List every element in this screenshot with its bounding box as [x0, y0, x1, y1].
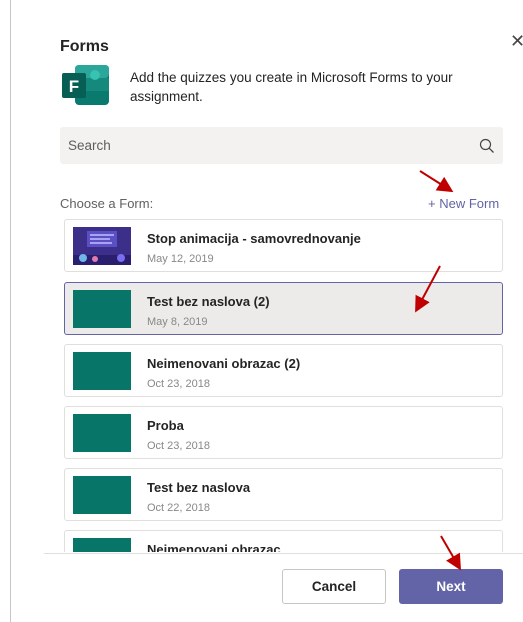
list-item[interactable]: Test bez naslova Oct 22, 2018 [64, 468, 503, 521]
footer-divider [44, 553, 523, 554]
form-name: Proba [147, 418, 184, 433]
dialog-description: Add the quizzes you create in Microsoft … [130, 70, 453, 104]
list-item[interactable]: Stop animacija - samovrednovanje May 12,… [64, 219, 503, 272]
form-name: Stop animacija - samovrednovanje [147, 231, 361, 246]
list-item[interactable]: Neimenovani obrazac [64, 530, 503, 552]
list-item[interactable]: Proba Oct 23, 2018 [64, 406, 503, 459]
form-thumbnail [73, 538, 131, 552]
search-icon[interactable] [479, 138, 495, 154]
form-date: Oct 23, 2018 [147, 440, 210, 452]
list-item[interactable]: Neimenovani obrazac (2) Oct 23, 2018 [64, 344, 503, 397]
microsoft-forms-logo-icon: F [62, 65, 109, 105]
form-name: Neimenovani obrazac (2) [147, 356, 301, 371]
forms-dialog: Forms ✕ F Add the quizzes you create in … [44, 0, 523, 622]
new-form-link[interactable]: + New Form [428, 196, 499, 211]
form-name: Test bez naslova (2) [147, 294, 270, 309]
svg-text:F: F [69, 77, 79, 96]
form-name: Neimenovani obrazac [147, 542, 281, 552]
dialog-title: Forms [60, 38, 109, 55]
form-thumbnail [73, 227, 131, 265]
form-date: May 12, 2019 [147, 253, 214, 265]
form-date: Oct 22, 2018 [147, 502, 210, 514]
form-date: Oct 23, 2018 [147, 378, 210, 390]
list-item-selected[interactable]: Test bez naslova (2) May 8, 2019 [64, 282, 503, 335]
cancel-button[interactable]: Cancel [282, 569, 386, 604]
close-icon[interactable]: ✕ [510, 32, 523, 50]
left-divider [10, 0, 11, 622]
forms-list: Stop animacija - samovrednovanje May 12,… [64, 219, 504, 552]
choose-form-label: Choose a Form: [60, 196, 154, 211]
form-thumbnail [73, 290, 131, 328]
search-input[interactable]: Search [60, 127, 503, 164]
form-thumbnail [73, 352, 131, 390]
search-placeholder: Search [68, 138, 111, 153]
next-button[interactable]: Next [399, 569, 503, 604]
form-date: May 8, 2019 [147, 316, 208, 328]
form-thumbnail [73, 476, 131, 514]
form-name: Test bez naslova [147, 480, 251, 495]
form-thumbnail [73, 414, 131, 452]
